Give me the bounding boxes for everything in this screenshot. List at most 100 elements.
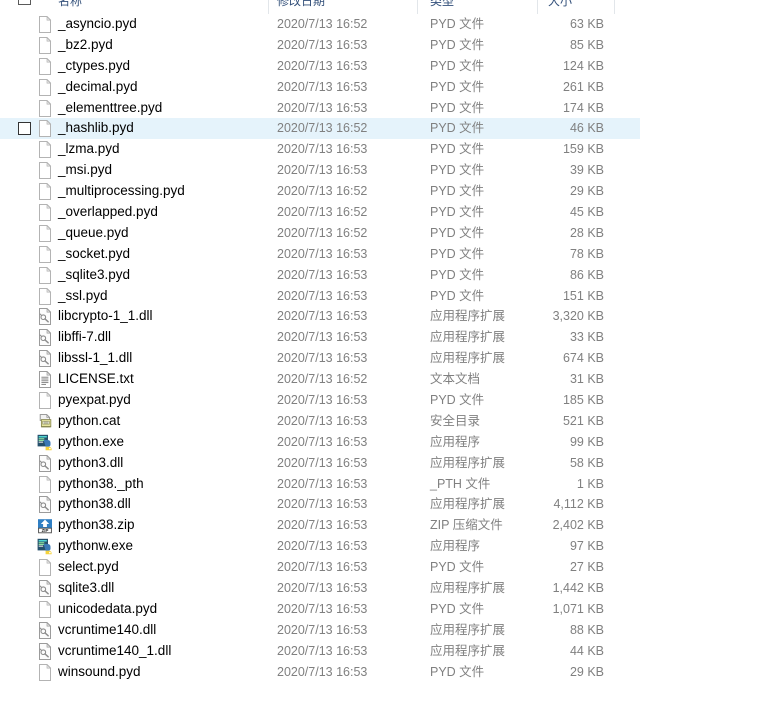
- file-row[interactable]: select.pyd 2020/7/13 16:53 PYD 文件 27 KB: [0, 557, 640, 578]
- file-row[interactable]: _overlapped.pyd 2020/7/13 16:52 PYD 文件 45 K…: [0, 202, 640, 223]
- file-date-modified: 2020/7/13 16:53: [277, 330, 368, 345]
- file-size: 261 KB: [562, 79, 604, 94]
- file-size: 185 KB: [562, 393, 604, 408]
- file-list[interactable]: _asyncio.pyd 2020/7/13 16:52 PYD 文件 63 KB _b…: [0, 14, 777, 683]
- file-date-modified: 2020/7/13 16:53: [277, 455, 368, 470]
- column-divider-date-type[interactable]: [417, 0, 418, 14]
- file-name: _ctypes.pyd: [58, 57, 131, 73]
- file-size: 3,320 KB: [552, 309, 604, 324]
- file-size: 27 KB: [569, 560, 604, 575]
- file-name: _bz2.pyd: [58, 36, 113, 52]
- dll-file-icon: [37, 454, 53, 472]
- file-type: PYD 文件: [430, 225, 485, 240]
- file-date-modified: 2020/7/13 16:53: [277, 100, 368, 115]
- generic-file-icon: [37, 475, 53, 493]
- file-row[interactable]: unicodedata.pyd 2020/7/13 16:53 PYD 文件 1,07…: [0, 599, 640, 620]
- file-name: _hashlib.pyd: [58, 120, 134, 136]
- file-row[interactable]: _decimal.pyd 2020/7/13 16:53 PYD 文件 261 KB: [0, 77, 640, 98]
- file-row[interactable]: ZIP python38.zip 2020/7/13 16:53 ZIP 压缩文件 2,…: [0, 515, 640, 536]
- file-row[interactable]: libssl-1_1.dll 2020/7/13 16:53 应用程序扩展 674 K…: [0, 348, 640, 369]
- file-date-modified: 2020/7/13 16:52: [277, 205, 368, 220]
- file-row[interactable]: python38._pth 2020/7/13 16:53 _PTH 文件 1 KB: [0, 474, 640, 495]
- dll-file-icon: [37, 642, 53, 660]
- file-row[interactable]: vcruntime140_1.dll 2020/7/13 16:53 应用程序扩展 4…: [0, 641, 640, 662]
- file-date-modified: 2020/7/13 16:53: [277, 246, 368, 261]
- file-date-modified: 2020/7/13 16:53: [277, 267, 368, 282]
- file-size: 86 KB: [569, 267, 604, 282]
- file-date-modified: 2020/7/13 16:53: [277, 664, 368, 679]
- file-row[interactable]: _elementtree.pyd 2020/7/13 16:53 PYD 文件 174…: [0, 98, 640, 119]
- file-name: select.pyd: [58, 559, 119, 575]
- file-date-modified: 2020/7/13 16:53: [277, 163, 368, 178]
- file-name: python38.zip: [58, 517, 135, 533]
- generic-file-icon: [37, 392, 53, 410]
- file-row[interactable]: _ctypes.pyd 2020/7/13 16:53 PYD 文件 124 KB: [0, 56, 640, 77]
- file-row[interactable]: sqlite3.dll 2020/7/13 16:53 应用程序扩展 1,442 KB: [0, 578, 640, 599]
- file-row[interactable]: libcrypto-1_1.dll 2020/7/13 16:53 应用程序扩展 3,…: [0, 306, 640, 327]
- generic-file-icon: [37, 245, 53, 263]
- file-size: 31 KB: [569, 372, 604, 387]
- file-row[interactable]: pythonw.exe 2020/7/13 16:53 应用程序 97 KB: [0, 536, 640, 557]
- file-type: PYD 文件: [430, 267, 485, 282]
- file-size: 63 KB: [569, 17, 604, 31]
- file-row[interactable]: _queue.pyd 2020/7/13 16:52 PYD 文件 28 KB: [0, 223, 640, 244]
- file-date-modified: 2020/7/13 16:52: [277, 121, 368, 136]
- file-row[interactable]: LICENSE.txt 2020/7/13 16:52 文本文档 31 KB: [0, 369, 640, 390]
- file-name: libssl-1_1.dll: [58, 350, 133, 366]
- file-row[interactable]: python3.dll 2020/7/13 16:53 应用程序扩展 58 KB: [0, 453, 640, 474]
- file-size: 78 KB: [569, 246, 604, 261]
- file-row[interactable]: _ssl.pyd 2020/7/13 16:53 PYD 文件 151 KB: [0, 286, 640, 307]
- select-all-checkbox[interactable]: [18, 0, 31, 5]
- file-name: winsound.pyd: [58, 663, 141, 679]
- file-row[interactable]: _hashlib.pyd 2020/7/13 16:52 PYD 文件 46 KB: [0, 118, 640, 140]
- file-row[interactable]: _asyncio.pyd 2020/7/13 16:52 PYD 文件 63 KB: [0, 14, 640, 35]
- file-size: 45 KB: [569, 205, 604, 220]
- column-header-type[interactable]: 类型: [430, 0, 454, 11]
- column-header-date[interactable]: 修改日期: [277, 0, 325, 11]
- file-row[interactable]: python.exe 2020/7/13 16:53 应用程序 99 KB: [0, 432, 640, 453]
- file-date-modified: 2020/7/13 16:53: [277, 413, 368, 428]
- generic-file-icon: [37, 99, 53, 117]
- file-date-modified: 2020/7/13 16:53: [277, 601, 368, 616]
- file-name: _queue.pyd: [58, 224, 129, 240]
- row-checkbox[interactable]: [18, 122, 31, 136]
- file-type: PYD 文件: [430, 142, 485, 157]
- file-type: PYD 文件: [430, 184, 485, 199]
- file-size: 85 KB: [569, 37, 604, 52]
- file-date-modified: 2020/7/13 16:53: [277, 393, 368, 408]
- file-size: 33 KB: [569, 330, 604, 345]
- column-divider-name-date[interactable]: [268, 0, 269, 14]
- file-row[interactable]: pyexpat.pyd 2020/7/13 16:53 PYD 文件 185 KB: [0, 390, 640, 411]
- file-row[interactable]: python38.dll 2020/7/13 16:53 应用程序扩展 4,112 K…: [0, 494, 640, 515]
- file-size: 97 KB: [569, 539, 604, 554]
- file-type: PYD 文件: [430, 664, 485, 679]
- file-row[interactable]: _lzma.pyd 2020/7/13 16:53 PYD 文件 159 KB: [0, 139, 640, 160]
- file-size: 29 KB: [569, 184, 604, 199]
- file-size: 29 KB: [569, 664, 604, 679]
- column-header-name[interactable]: 名称: [58, 0, 82, 11]
- file-row[interactable]: _socket.pyd 2020/7/13 16:53 PYD 文件 78 KB: [0, 244, 640, 265]
- file-row[interactable]: libffi-7.dll 2020/7/13 16:53 应用程序扩展 33 KB: [0, 327, 640, 348]
- file-date-modified: 2020/7/13 16:53: [277, 288, 368, 303]
- generic-file-icon: [37, 266, 53, 284]
- file-size: 1 KB: [576, 476, 604, 491]
- file-date-modified: 2020/7/13 16:53: [277, 434, 368, 449]
- column-divider-type-size[interactable]: [537, 0, 538, 14]
- file-row[interactable]: python.cat 2020/7/13 16:53 安全目录 521 KB: [0, 411, 640, 432]
- file-type: 安全目录: [430, 413, 481, 428]
- file-row[interactable]: _multiprocessing.pyd 2020/7/13 16:52 PYD 文…: [0, 181, 640, 202]
- file-name: python38._pth: [58, 475, 144, 491]
- file-name: _asyncio.pyd: [58, 16, 137, 31]
- file-size: 44 KB: [569, 643, 604, 658]
- file-name: _decimal.pyd: [58, 78, 138, 94]
- generic-file-icon: [37, 600, 53, 618]
- file-size: 46 KB: [569, 121, 604, 136]
- file-row[interactable]: vcruntime140.dll 2020/7/13 16:53 应用程序扩展 88 …: [0, 620, 640, 641]
- file-row[interactable]: _bz2.pyd 2020/7/13 16:53 PYD 文件 85 KB: [0, 35, 640, 56]
- file-row[interactable]: _sqlite3.pyd 2020/7/13 16:53 PYD 文件 86 KB: [0, 265, 640, 286]
- column-header-size[interactable]: 大小: [548, 0, 572, 11]
- column-divider-size-end[interactable]: [614, 0, 615, 14]
- file-row[interactable]: _msi.pyd 2020/7/13 16:53 PYD 文件 39 KB: [0, 160, 640, 181]
- file-date-modified: 2020/7/13 16:53: [277, 37, 368, 52]
- file-row[interactable]: winsound.pyd 2020/7/13 16:53 PYD 文件 29 KB: [0, 662, 640, 683]
